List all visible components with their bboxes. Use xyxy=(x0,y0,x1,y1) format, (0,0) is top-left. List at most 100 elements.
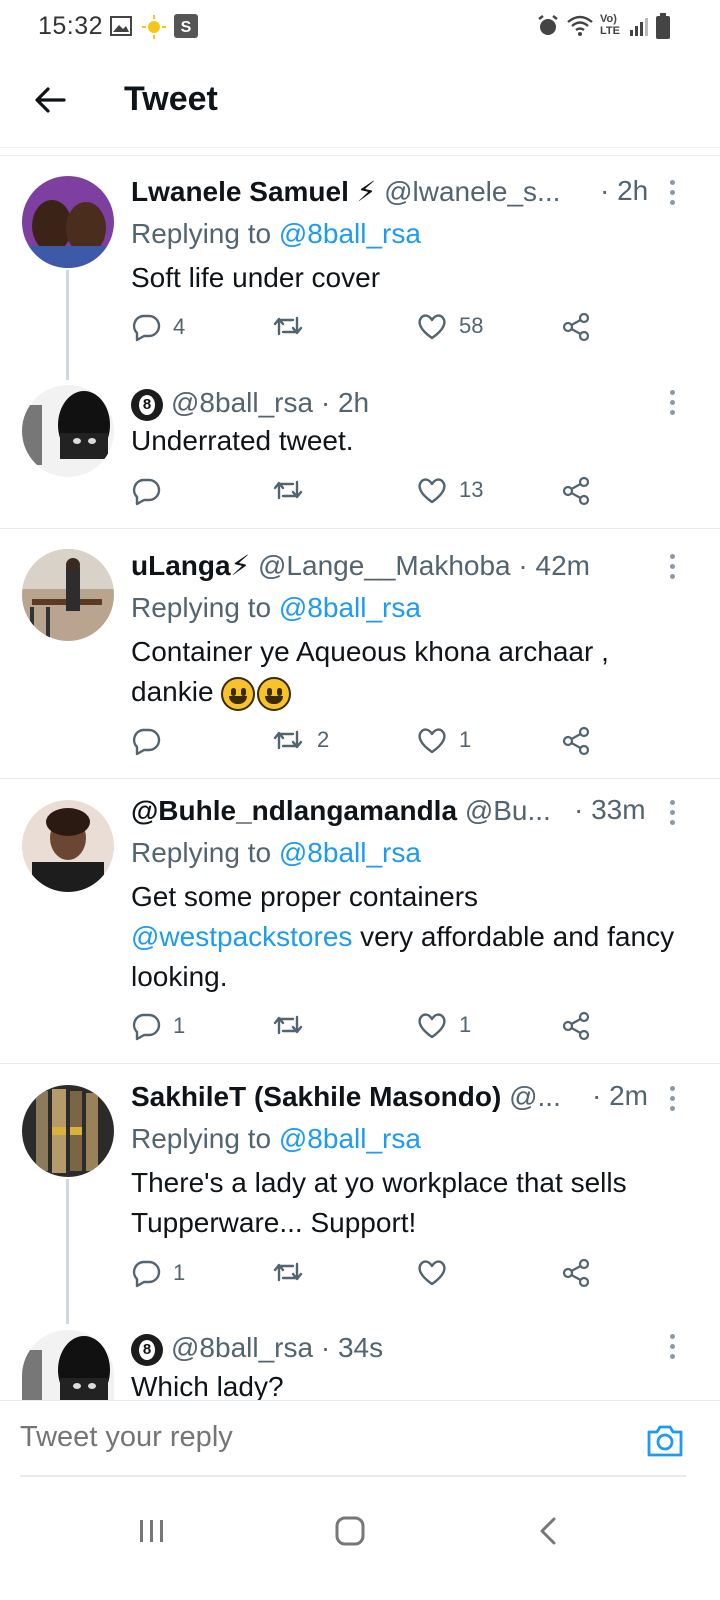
replying-to: Replying to @8ball_rsa xyxy=(131,592,421,623)
svg-text:S: S xyxy=(181,19,192,36)
more-options-button[interactable] xyxy=(666,1334,678,1364)
reply-button[interactable]: 1 xyxy=(131,1011,185,1041)
timestamp: · 2h xyxy=(320,387,370,418)
replying-to-mention[interactable]: @8ball_rsa xyxy=(279,592,421,623)
more-options-button[interactable] xyxy=(666,800,678,830)
display-name[interactable]: Lwanele Samuel ⚡ xyxy=(131,176,376,207)
reply-icon xyxy=(132,728,161,756)
handle[interactable]: @Bu... xyxy=(465,795,551,826)
display-name[interactable]: SakhileT (Sakhile Masondo) xyxy=(131,1081,501,1112)
retweet-icon xyxy=(273,1015,303,1035)
reply-button[interactable] xyxy=(131,726,173,756)
page-title: Tweet xyxy=(124,80,218,118)
tweet-text: Which lady? xyxy=(131,1371,284,1400)
retweet-button[interactable] xyxy=(271,476,317,504)
gallery-notification-icon xyxy=(110,16,132,36)
more-options-button[interactable] xyxy=(666,554,678,584)
timestamp: · 42m xyxy=(518,550,590,581)
like-icon xyxy=(418,314,446,340)
nav-back-button[interactable] xyxy=(518,1506,578,1556)
avatar[interactable] xyxy=(22,1085,114,1177)
recent-apps-button[interactable] xyxy=(122,1506,182,1556)
status-time: 15:32 xyxy=(38,12,104,40)
replying-to-mention[interactable]: @8ball_rsa xyxy=(279,1123,421,1154)
avatar[interactable] xyxy=(22,1330,114,1400)
share-button[interactable] xyxy=(561,476,591,506)
reply-button[interactable]: 4 xyxy=(131,312,185,342)
share-button[interactable] xyxy=(561,1258,591,1288)
tweet-text: Container ye Aqueous khona archaar , dan… xyxy=(131,632,691,712)
tweet-text: Underrated tweet. xyxy=(131,425,354,456)
avatar[interactable] xyxy=(22,176,114,268)
share-button[interactable] xyxy=(561,1011,591,1041)
replying-to-mention[interactable]: @8ball_rsa xyxy=(279,837,421,868)
handle[interactable]: @lwanele_s... xyxy=(384,176,560,207)
replying-to: Replying to @8ball_rsa xyxy=(131,1123,421,1154)
retweet-button[interactable]: 2 xyxy=(271,726,329,754)
tweet-actions: 13 xyxy=(131,476,601,512)
weather-sun-icon xyxy=(142,15,166,39)
retweet-count: 2 xyxy=(317,727,330,752)
back-button[interactable] xyxy=(28,78,72,122)
retweet-icon xyxy=(273,730,303,750)
thread-line xyxy=(66,270,69,380)
reply-icon xyxy=(132,1013,161,1041)
divider xyxy=(0,778,720,779)
share-icon xyxy=(562,312,590,342)
replying-to-mention[interactable]: @8ball_rsa xyxy=(279,218,421,249)
retweet-icon xyxy=(273,1262,303,1282)
avatar[interactable] xyxy=(22,385,114,477)
avatar[interactable] xyxy=(22,549,114,641)
handle[interactable]: @8ball_rsa xyxy=(171,1332,313,1363)
home-button[interactable] xyxy=(320,1506,380,1556)
tweet-actions: 2 1 xyxy=(131,726,601,762)
tweet-text: There's a lady at yo workplace that sell… xyxy=(131,1167,627,1238)
like-button[interactable]: 58 xyxy=(417,312,483,340)
share-icon xyxy=(562,1011,590,1041)
reply-button[interactable]: 1 xyxy=(131,1258,185,1288)
divider xyxy=(0,528,720,529)
like-button[interactable]: 13 xyxy=(417,476,483,504)
tweet-text: Soft life under cover xyxy=(131,262,381,293)
retweet-icon xyxy=(273,316,303,336)
retweet-button[interactable] xyxy=(271,1258,317,1286)
more-options-button[interactable] xyxy=(666,1086,678,1116)
signal-icon xyxy=(630,18,648,36)
handle[interactable]: @Lange__Makhoba xyxy=(258,550,511,581)
replying-to: Replying to @8ball_rsa xyxy=(131,218,421,249)
like-button[interactable]: 1 xyxy=(417,726,471,754)
reply-count: 1 xyxy=(173,1260,186,1285)
reply-button[interactable] xyxy=(131,476,173,506)
like-icon xyxy=(418,478,446,504)
replying-to: Replying to @8ball_rsa xyxy=(131,837,421,868)
more-options-button[interactable] xyxy=(666,180,678,210)
retweet-icon xyxy=(273,480,303,500)
like-count: 1 xyxy=(459,727,472,752)
timestamp: · 33m xyxy=(574,794,646,825)
retweet-button[interactable] xyxy=(271,1011,317,1039)
handle[interactable]: @... xyxy=(509,1081,561,1112)
home-icon xyxy=(335,1516,365,1546)
like-button[interactable]: 1 xyxy=(417,1011,471,1039)
eightball-badge-icon xyxy=(131,388,163,421)
system-nav-bar xyxy=(0,1480,720,1600)
like-button[interactable] xyxy=(417,1258,459,1286)
like-icon xyxy=(418,1260,446,1286)
more-options-button[interactable] xyxy=(666,390,678,420)
display-name[interactable]: uLanga⚡ xyxy=(131,550,250,581)
timestamp: · 2m xyxy=(592,1080,648,1111)
handle[interactable]: @8ball_rsa xyxy=(171,387,313,418)
like-icon xyxy=(418,1013,446,1039)
share-icon xyxy=(562,476,590,506)
battery-icon xyxy=(656,13,670,39)
retweet-button[interactable] xyxy=(271,312,317,340)
tweet-mention-link[interactable]: @westpackstores xyxy=(131,921,352,952)
tweet-reply-input[interactable] xyxy=(20,1421,580,1454)
camera-button[interactable] xyxy=(645,1423,685,1459)
tweet-actions: 1 1 xyxy=(131,1011,601,1047)
avatar[interactable] xyxy=(22,800,114,892)
display-name[interactable]: @Buhle_ndlangamandla xyxy=(131,795,457,826)
share-button[interactable] xyxy=(561,726,591,756)
share-button[interactable] xyxy=(561,312,591,342)
timestamp: · 2h xyxy=(600,175,649,206)
